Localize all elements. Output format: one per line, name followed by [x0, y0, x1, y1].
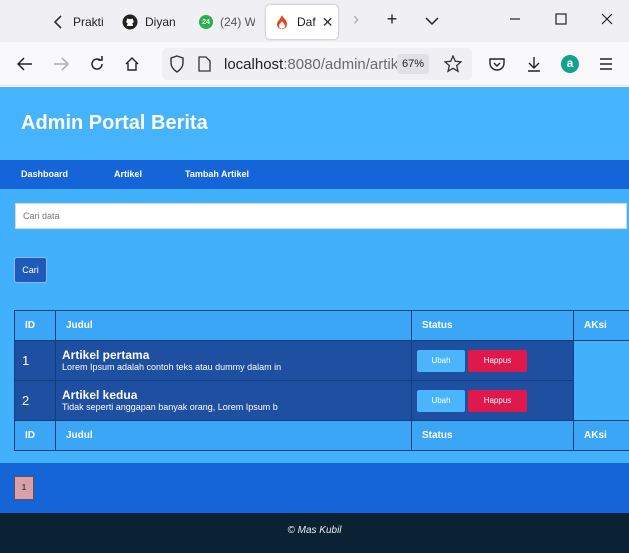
maximize-icon[interactable]	[551, 9, 571, 30]
article-table: ID Judul Status AKsi 1 Artikel pertama L…	[14, 310, 629, 451]
flame-icon	[274, 14, 290, 30]
profile-initial: a	[561, 55, 579, 73]
tab-title: Daf	[297, 15, 316, 29]
zoom-indicator[interactable]: 67%	[397, 54, 430, 74]
menu-item-tambah-artikel[interactable]: Tambah Artikel	[185, 169, 249, 179]
row-id: 1	[14, 340, 56, 381]
web-page: Admin Portal Berita Dashboard Artikel Ta…	[0, 87, 629, 553]
footer-header-status: Status	[411, 420, 574, 451]
article-excerpt: Tidak seperti anggapan banyak orang, Lor…	[62, 402, 278, 412]
row-judul: Artikel pertama Lorem Ipsum adalah conto…	[55, 340, 412, 381]
page-number-button[interactable]: 1	[14, 476, 34, 500]
url-text: localhost:8080/admin/artik	[224, 56, 402, 73]
close-window-icon[interactable]	[597, 9, 617, 30]
back-chevron-icon	[50, 14, 66, 30]
tab-whatsapp[interactable]: 24 (24) W	[199, 5, 255, 39]
menu-item-dashboard[interactable]: Dashboard	[21, 169, 68, 179]
pagination-bar: 1	[0, 463, 629, 513]
delete-button[interactable]: Happus	[468, 349, 527, 372]
browser-navigation-bar: localhost:8080/admin/artik 67% a	[0, 42, 629, 86]
edit-button[interactable]: Ubah	[417, 389, 465, 412]
article-title: Artikel kedua	[62, 388, 138, 402]
row-id: 2	[14, 380, 56, 421]
hamburger-menu-icon[interactable]	[596, 54, 616, 74]
whatsapp-badge-icon: 24	[199, 15, 213, 29]
search-input[interactable]: Cari data	[15, 203, 627, 229]
table-row: 1 Artikel pertama Lorem Ipsum adalah con…	[14, 340, 629, 421]
delete-button[interactable]: Happus	[468, 389, 527, 412]
page-info-icon[interactable]	[198, 56, 211, 77]
profile-avatar[interactable]: a	[560, 54, 580, 74]
main-menu: Dashboard Artikel Tambah Artikel	[0, 160, 629, 189]
tab-praktikum[interactable]: Prakti	[50, 5, 110, 39]
row-actions: Ubah Happus	[411, 380, 574, 421]
column-header-status: Status	[411, 310, 574, 341]
table-header-row: ID Judul Status AKsi	[14, 310, 629, 341]
article-title: Artikel pertama	[62, 348, 150, 362]
forward-icon[interactable]	[51, 54, 71, 74]
home-icon[interactable]	[122, 54, 142, 74]
address-bar[interactable]: localhost:8080/admin/artik 67%	[162, 48, 472, 80]
table-row: 2 Artikel kedua Tidak seperti anggapan b…	[14, 380, 629, 421]
new-tab-icon[interactable]: +	[382, 9, 402, 30]
list-tabs-icon[interactable]	[422, 10, 442, 31]
tab-daftar-artikel[interactable]: Daf ✕	[266, 5, 338, 39]
footer-header-id: ID	[14, 420, 56, 451]
site-title: Admin Portal Berita	[21, 112, 208, 134]
back-icon[interactable]	[15, 54, 35, 74]
downloads-icon[interactable]	[524, 54, 544, 74]
minimize-icon[interactable]	[505, 9, 525, 30]
shield-icon[interactable]	[169, 55, 185, 78]
row-actions: Ubah Happus	[411, 340, 574, 381]
close-tab-icon[interactable]: ✕	[322, 14, 334, 31]
tab-title: Diyan	[145, 15, 176, 29]
tab-title: Prakti	[73, 15, 104, 29]
edit-button[interactable]: Ubah	[417, 349, 465, 372]
url-path: :8080/admin/artik	[283, 56, 399, 73]
url-host: localhost	[224, 56, 284, 73]
pocket-icon[interactable]	[487, 54, 507, 74]
tab-title: (24) W	[220, 15, 255, 29]
column-header-aksi: AKsi	[573, 310, 629, 341]
site-footer: © Mas Kubil	[0, 513, 629, 553]
article-excerpt: Lorem Ipsum adalah contoh teks atau dumm…	[62, 362, 282, 372]
search-button[interactable]: Cari	[14, 257, 47, 283]
column-header-id: ID	[14, 310, 56, 341]
aksi-cell	[573, 340, 629, 421]
menu-item-artikel[interactable]: Artikel	[114, 169, 142, 179]
reload-icon[interactable]	[87, 54, 107, 74]
github-icon	[122, 14, 138, 30]
footer-header-aksi: AKsi	[573, 420, 629, 451]
browser-tab-bar: Prakti Diyan 24 (24) W Daf ✕ › +	[0, 0, 629, 42]
footer-header-judul: Judul	[55, 420, 412, 451]
column-header-judul: Judul	[55, 310, 412, 341]
tab-scroll-right-icon[interactable]: ›	[346, 9, 366, 30]
site-header: Admin Portal Berita	[0, 87, 629, 160]
row-judul: Artikel kedua Tidak seperti anggapan ban…	[55, 380, 412, 421]
bookmark-star-icon[interactable]	[443, 54, 463, 78]
tab-github[interactable]: Diyan	[122, 5, 184, 39]
table-footer-row: ID Judul Status AKsi	[14, 420, 629, 451]
footer-text: © Mas Kubil	[287, 525, 342, 536]
